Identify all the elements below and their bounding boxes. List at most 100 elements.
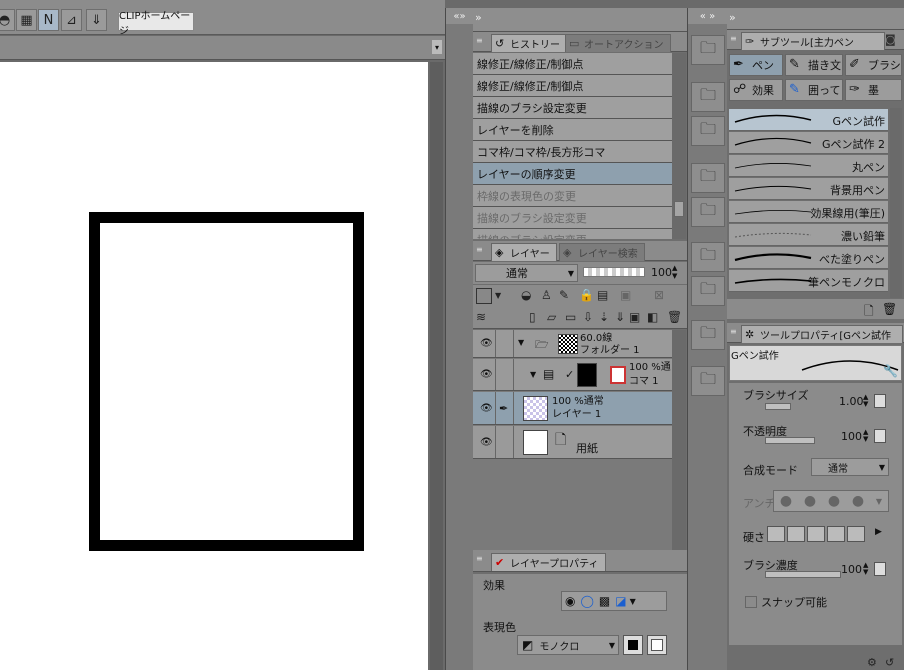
density-value[interactable]: 100 — [841, 563, 862, 576]
list-item[interactable]: コマ枠/コマ枠/長方形コマ — [473, 141, 672, 163]
tab-subtool[interactable]: ✑ サブツール[主力ペン — [741, 32, 885, 50]
folder-plain-icon[interactable]: 🗀 — [691, 276, 725, 306]
trash-icon[interactable]: 🗑 — [882, 302, 897, 316]
clip-lower-icon[interactable]: ◒ — [521, 288, 531, 302]
subtool-group-brush[interactable]: ✐ ブラシ — [845, 54, 902, 76]
folder-icon[interactable]: 🗀 — [691, 35, 725, 65]
spinner-icon[interactable]: ▲ ▼ — [672, 264, 677, 280]
white-color-button[interactable] — [647, 635, 667, 655]
subtool-group-ink[interactable]: ✑ 墨 — [845, 79, 902, 101]
layer-scrollbar[interactable] — [672, 330, 686, 550]
table-row[interactable]: 👁 🗋 用紙 — [473, 426, 672, 459]
new-subtool-icon[interactable]: 🗋 — [864, 302, 874, 323]
reference-icon[interactable]: ♙ — [541, 288, 552, 302]
chevron-down-icon[interactable]: ▼ — [518, 338, 524, 347]
table-row[interactable]: 👁 ▼ ▤ ✓ 100 %通 コマ 1 — [473, 359, 672, 391]
settings-icon[interactable]: ⚙ — [867, 656, 877, 669]
grip-icon[interactable]: ≡ — [476, 36, 483, 45]
grip-icon[interactable]: ≡ — [730, 327, 737, 336]
comic-frame[interactable] — [89, 212, 364, 551]
eye-icon[interactable]: 👁 — [480, 338, 493, 349]
merge-icon[interactable]: ⇓ — [615, 310, 625, 324]
aa-none-icon[interactable]: ● — [780, 493, 792, 509]
eye-icon[interactable]: 👁 — [480, 369, 493, 380]
lock-alpha-icon[interactable]: ▤ — [597, 288, 608, 302]
canvas-paper[interactable] — [0, 62, 428, 670]
grip-icon[interactable]: ≡ — [476, 554, 483, 563]
tab-layer[interactable]: ◈ レイヤー — [491, 243, 557, 261]
hardness-step[interactable] — [767, 526, 785, 542]
table-row[interactable]: 👁 ✒ 100 %通常 レイヤー 1 — [473, 392, 672, 425]
list-item[interactable]: 描線のブラシ設定変更 — [473, 229, 672, 239]
grip-icon[interactable]: ≡ — [476, 245, 483, 254]
subtool-scrollbar[interactable] — [890, 108, 902, 298]
new-vector-layer-icon[interactable]: ▱ — [547, 310, 556, 324]
snap-checkbox[interactable] — [745, 596, 757, 608]
list-item[interactable]: 描線のブラシ設定変更 — [473, 207, 672, 229]
folder-people-icon[interactable]: 🗀 — [691, 242, 725, 272]
aa-low-icon[interactable]: ● — [804, 493, 816, 509]
effect-buttons[interactable]: ◉ ◯ ▩ ◪ ▼ — [561, 591, 667, 611]
layer-color-icon[interactable]: ◪ — [615, 594, 626, 608]
chevron-down-icon[interactable]: ▾ — [432, 40, 442, 54]
list-item[interactable]: 効果線用(筆圧) — [729, 201, 888, 223]
list-item-selected[interactable]: Gペン試作 — [729, 109, 888, 131]
eye-icon[interactable]: 👁 — [480, 403, 493, 414]
list-item[interactable]: 背景用ペン — [729, 178, 888, 200]
chevron-right-icon[interactable]: ▶ — [875, 527, 882, 537]
snap-icon[interactable]: ⇓ — [86, 9, 107, 31]
tab-tool-property[interactable]: ✲ ツールプロパティ[Gペン試作 — [741, 325, 903, 343]
new-folder-icon[interactable]: ▭ — [565, 310, 576, 324]
tab-history[interactable]: ↺ ヒストリー — [491, 34, 567, 52]
new-raster-layer-icon[interactable]: ▯ — [529, 310, 536, 324]
list-item[interactable]: 筆ペンモノクロ — [729, 270, 888, 292]
aa-high-icon[interactable]: ● — [852, 493, 864, 509]
layer-stack-icon[interactable]: ≋ — [476, 310, 486, 324]
table-row[interactable]: 👁 ▼ 🗁 60.0線 フォルダー 1 — [473, 330, 672, 358]
color-swatch-icon[interactable] — [476, 288, 492, 304]
wrench-icon[interactable]: 🔧 — [883, 364, 898, 378]
list-item[interactable]: Gペン試作 2 — [729, 132, 888, 154]
opacity-pressure-icon[interactable] — [874, 429, 886, 443]
tab-layer-property[interactable]: ✔ レイヤープロパティ — [491, 553, 606, 571]
layer-opacity-slider[interactable] — [583, 267, 645, 277]
brush-size-slider[interactable] — [765, 403, 791, 410]
list-item[interactable]: 枠線の表現色の変更 — [473, 185, 672, 207]
black-color-button[interactable] — [623, 635, 643, 655]
spinner-icon[interactable]: ▲ ▼ — [863, 394, 872, 408]
hardness-step[interactable] — [807, 526, 825, 542]
brush-size-value[interactable]: 1.00 — [839, 395, 864, 408]
folder-tone-icon[interactable]: 🗀 — [691, 163, 725, 193]
lock-icon[interactable]: 🔒 — [579, 288, 594, 302]
grip-icon[interactable]: ≡ — [730, 34, 737, 43]
list-item[interactable]: 線修正/線修正/制御点 — [473, 53, 672, 75]
hardness-step[interactable] — [827, 526, 845, 542]
combine-icon[interactable]: ⇣ — [599, 310, 609, 324]
blend-mode-select[interactable]: 通常 ▼ — [475, 264, 578, 282]
pressure-icon[interactable] — [874, 394, 886, 408]
transfer-down-icon[interactable]: ⇩ — [583, 310, 593, 324]
density-pressure-icon[interactable] — [874, 562, 886, 576]
mask-icon[interactable]: ▣ — [620, 288, 631, 302]
draft-icon[interactable]: ✎ — [559, 288, 569, 302]
border-effect-icon[interactable]: ◉ — [565, 594, 575, 608]
collapse-arrows-icon[interactable]: » — [729, 11, 736, 24]
aa-mid-icon[interactable]: ● — [828, 493, 840, 509]
tab-auto-action[interactable]: ▭ オートアクション — [565, 34, 671, 52]
clip-home-button[interactable]: CLIPホームページ — [118, 11, 194, 37]
collapse-arrows-icon[interactable]: «» — [446, 8, 473, 24]
folder-heart-icon[interactable]: 🗀 — [691, 116, 725, 146]
mask-off-icon[interactable]: ⊠ — [654, 288, 664, 302]
reset-icon[interactable]: ↺ — [885, 656, 894, 669]
extract-line-icon[interactable]: ◯ — [580, 594, 593, 608]
list-item-selected[interactable]: レイヤーの順序変更 — [473, 163, 672, 185]
subtool-group-fill[interactable]: ✎ 囲って — [785, 79, 843, 101]
mask-add-icon[interactable]: ▣ — [629, 310, 640, 324]
chevron-down-icon[interactable]: ▼ — [630, 597, 636, 606]
grid-icon[interactable]: ▦ — [16, 9, 37, 31]
folder-star-icon[interactable]: 🗀 — [691, 82, 725, 112]
canvas-scrollbar[interactable] — [430, 62, 443, 670]
color-mode-select[interactable]: ◩ モノクロ ▼ — [517, 635, 619, 655]
opacity-slider[interactable] — [765, 437, 815, 444]
collapse-arrows-icon[interactable]: « » — [688, 8, 727, 24]
